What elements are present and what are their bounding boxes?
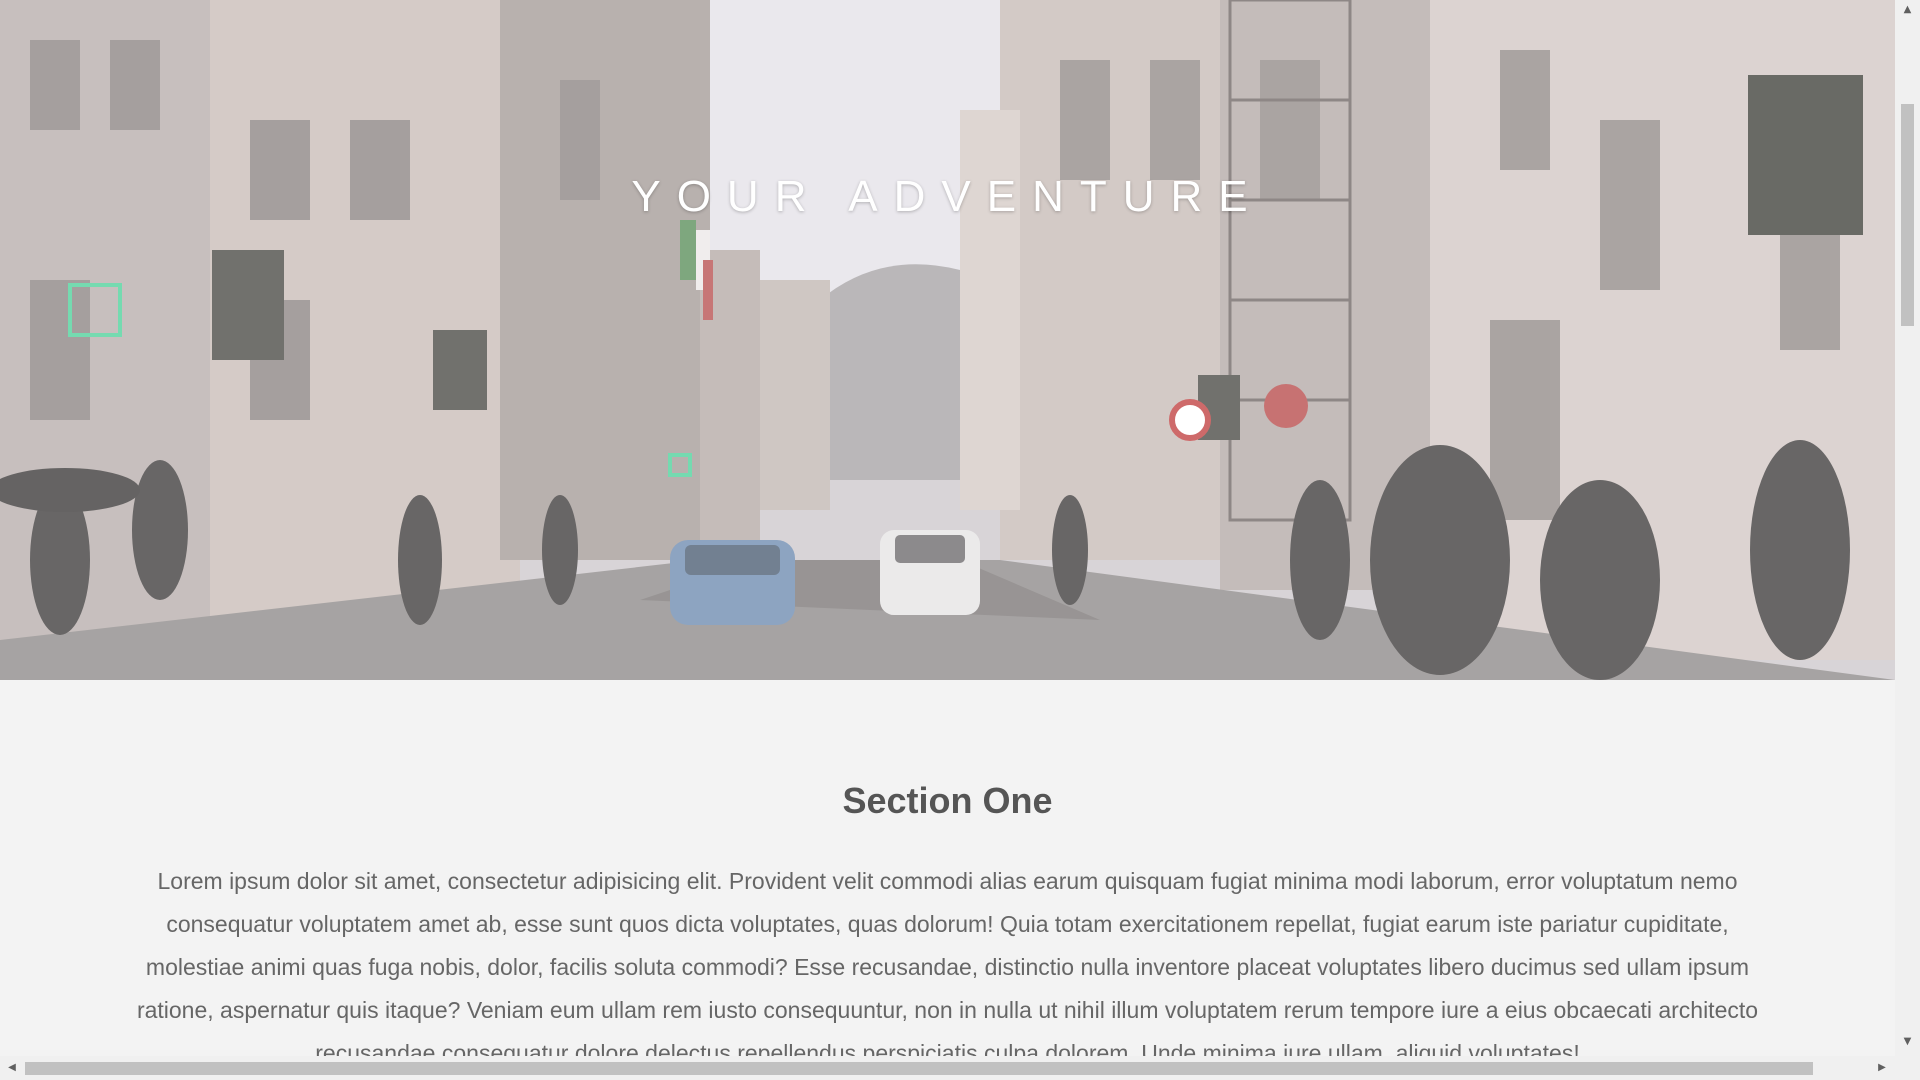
hero-title: YOUR ADVENTURE (631, 172, 1264, 221)
section-body-text: Lorem ipsum dolor sit amet, consectetur … (136, 868, 1759, 1056)
vertical-scrollbar[interactable]: ▲ ▼ (1895, 0, 1920, 1056)
horizontal-scroll-thumb[interactable] (25, 1062, 1813, 1075)
page-viewport: YOUR ADVENTURE Section One Lorem ipsum d… (0, 0, 1895, 1056)
section-title: Section One (842, 780, 1053, 821)
scroll-down-arrow-icon[interactable]: ▼ (1895, 1032, 1920, 1052)
hero-banner: YOUR ADVENTURE (0, 0, 1895, 680)
scroll-right-arrow-icon[interactable]: ▶ (1872, 1056, 1892, 1080)
street-photo (0, 0, 1895, 680)
vertical-scroll-thumb[interactable] (1901, 104, 1914, 326)
scroll-left-arrow-icon[interactable]: ◀ (2, 1056, 22, 1080)
horizontal-scrollbar[interactable]: ◀ ▶ (0, 1056, 1920, 1080)
scroll-up-arrow-icon[interactable]: ▲ (1895, 0, 1920, 20)
